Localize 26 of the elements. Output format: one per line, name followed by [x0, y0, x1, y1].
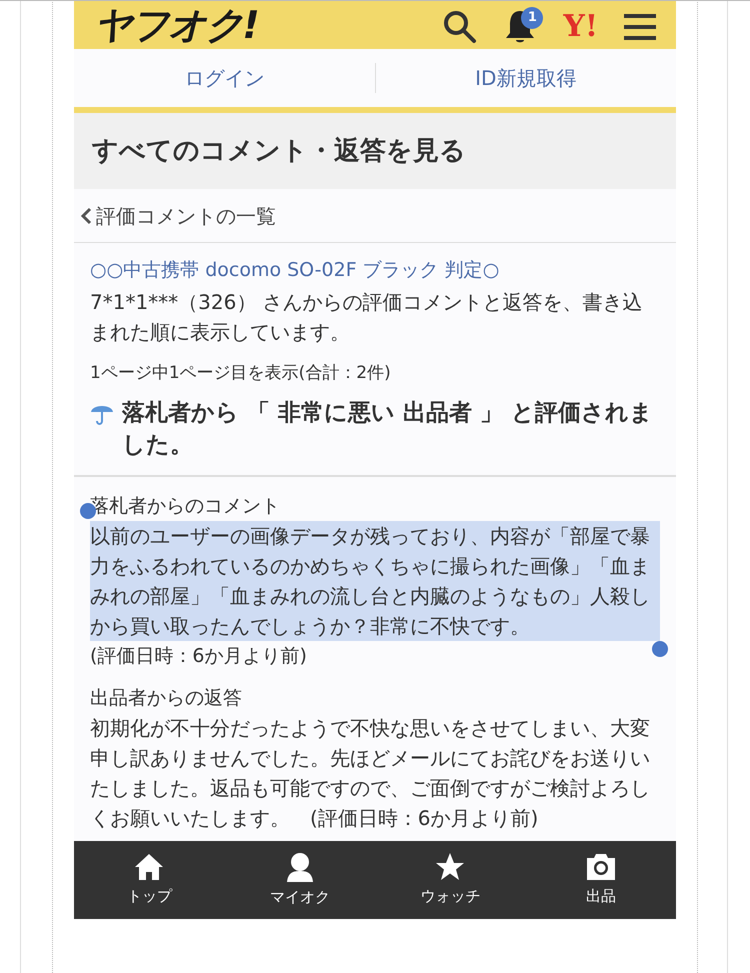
auth-link[interactable]: ID新規取得 — [475, 63, 576, 93]
comment-date: (評価日時：6か月より前) — [90, 644, 307, 669]
nav-tab[interactable]: ウォッチ — [375, 841, 526, 919]
star-icon — [435, 852, 466, 882]
auth-link[interactable]: ログイン — [184, 63, 264, 93]
chevron-left-icon — [80, 206, 92, 224]
notification-badge: 1 — [521, 6, 544, 28]
nav-tab[interactable]: マイオク — [224, 841, 375, 919]
menu-icon[interactable] — [624, 12, 656, 40]
comment-heading: 出品者からの返答 — [90, 686, 243, 711]
page-info: 1ページ中1ページ目を表示(合計：2件) — [90, 362, 392, 385]
page-title: すべてのコメント・返答を見る — [92, 134, 466, 168]
camera-icon — [584, 852, 617, 881]
comment-text: 以前のユーザーの画像データが残っており、内容が「部屋で暴力をふるわれているのかめちゃくちゃに撮られた画像」「血まみれの部屋」「血まみれの流し台と内臓のようなもの」人殺しから買い取ったんでしょうか？非常に不快です。 — [90, 521, 660, 641]
nav-tab[interactable]: 出品 — [526, 841, 676, 919]
nav-tab[interactable]: トップ — [74, 841, 224, 919]
comment-text: 初期化が不十分だったようで不快な思いをさせてしまい、大変申し訳ありませんでした。先ほどメールにてお詫びをお送りいたしました。返品も可能ですので、ご面倒ですがご検討よろしくお願いいたします。 (評価日時：6か月より前) — [90, 715, 651, 832]
rating-summary: 落札者から 「 非常に悪い 出品者 」 と評価されました。 — [122, 399, 654, 460]
search-icon[interactable] — [443, 10, 478, 44]
item-description: 7*1*1***（326） さんからの評価コメントと返答を、書き込まれた順に表示しています。 — [90, 289, 644, 346]
site-logo[interactable]: ヤフオク! — [94, 6, 258, 44]
selection-handle[interactable] — [652, 641, 668, 657]
person-icon — [286, 852, 314, 882]
home-icon — [134, 852, 164, 881]
item-title-link[interactable]: ○○中古携帯 docomo SO-02F ブラック 判定○ — [90, 255, 660, 285]
back-link[interactable]: 評価コメントの一覧 — [96, 200, 276, 230]
